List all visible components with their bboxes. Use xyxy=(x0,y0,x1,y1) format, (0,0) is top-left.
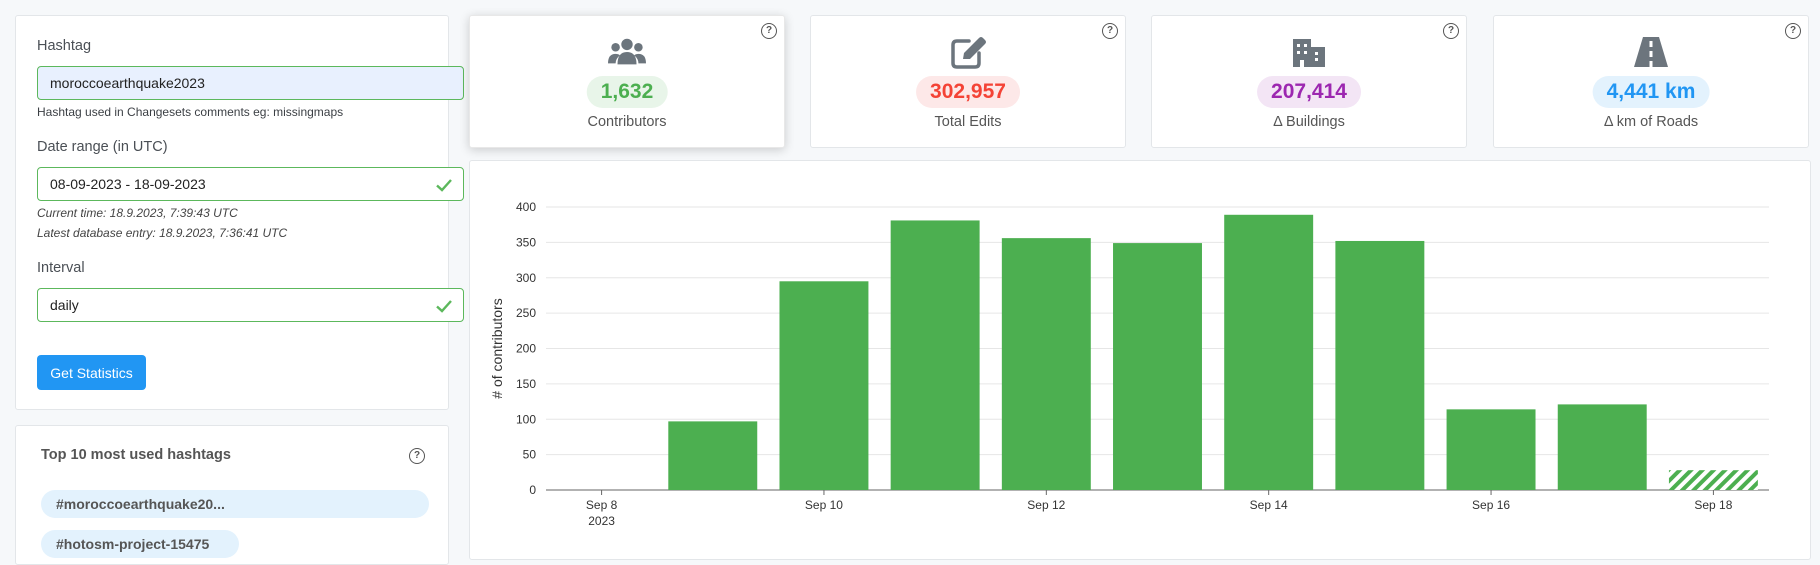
help-icon[interactable]: ? xyxy=(1102,23,1118,39)
date-range-value: 08-09-2023 - 18-09-2023 xyxy=(50,176,206,192)
y-tick-label: 150 xyxy=(516,377,536,391)
bar-sep-9[interactable] xyxy=(668,421,758,490)
y-tick-label: 400 xyxy=(516,200,536,214)
stat-card-contributors: ? 1,632 Contributors xyxy=(469,15,785,148)
stat-card-total-edits: ? 302,957 Total Edits xyxy=(810,15,1126,148)
top-hashtags-panel: Top 10 most used hashtags ? #moroccoeart… xyxy=(15,425,449,565)
y-tick-label: 250 xyxy=(516,306,536,320)
current-time-text: Current time: 18.9.2023, 7:39:43 UTC xyxy=(37,206,238,220)
bar-sep-18[interactable] xyxy=(1668,470,1758,490)
date-range-input[interactable]: 08-09-2023 - 18-09-2023 xyxy=(37,167,464,201)
latest-entry-text: Latest database entry: 18.9.2023, 7:36:4… xyxy=(37,226,288,240)
x-tick-label: Sep 14 xyxy=(1250,498,1288,512)
x-tick-label: Sep 8 xyxy=(586,498,618,512)
valid-check-icon xyxy=(436,179,452,192)
total-edits-label: Total Edits xyxy=(934,114,1002,130)
hashtag-pill[interactable]: #hotosm-project-15475 xyxy=(41,530,239,558)
y-tick-label: 350 xyxy=(516,235,536,249)
interval-label: Interval xyxy=(37,260,85,276)
bar-sep-12[interactable] xyxy=(1001,238,1091,490)
help-icon[interactable]: ? xyxy=(1443,23,1459,39)
road-icon xyxy=(1634,37,1668,67)
help-icon[interactable]: ? xyxy=(761,23,777,39)
bar-sep-17[interactable] xyxy=(1557,404,1647,490)
x-tick-label: Sep 10 xyxy=(805,498,843,512)
y-axis-label: # of contributors xyxy=(489,298,505,398)
y-tick-label: 200 xyxy=(516,342,536,356)
bar-sep-16[interactable] xyxy=(1446,409,1536,490)
statistics-form-panel: Hashtag moroccoearthquake2023 Hashtag us… xyxy=(15,15,464,410)
contributors-bar-chart: 0 50 100 150 200 250 300 350 400 Sep 8 2023 Sep 10 S… xyxy=(489,200,1769,528)
x-tick-label: Sep 18 xyxy=(1694,498,1732,512)
buildings-label: Δ Buildings xyxy=(1273,114,1345,130)
contributors-label: Contributors xyxy=(587,114,667,130)
y-tick-label: 50 xyxy=(523,448,537,462)
help-icon[interactable]: ? xyxy=(409,448,425,464)
y-tick-label: 300 xyxy=(516,271,536,285)
x-tick-year-label: 2023 xyxy=(588,514,615,528)
edit-icon xyxy=(951,37,986,69)
valid-check-icon xyxy=(436,300,452,313)
roads-value: 4,441 km xyxy=(1592,76,1710,108)
hashtag-help-text: Hashtag used in Changesets comments eg: … xyxy=(37,105,344,119)
hashtag-pill[interactable]: #moroccoearthquake20... xyxy=(41,490,429,518)
bar-sep-10[interactable] xyxy=(779,281,869,490)
x-tick-label: Sep 12 xyxy=(1027,498,1065,512)
hashtag-label: Hashtag xyxy=(37,38,92,54)
buildings-icon xyxy=(1293,39,1325,67)
stat-card-buildings: ? 207,414 Δ Buildings xyxy=(1151,15,1467,148)
users-icon xyxy=(608,38,646,65)
interval-value: daily xyxy=(50,297,79,313)
bar-sep-11[interactable] xyxy=(890,220,980,490)
contributors-value: 1,632 xyxy=(586,76,668,108)
help-icon[interactable]: ? xyxy=(1785,23,1801,39)
bar-sep-15[interactable] xyxy=(1335,240,1425,490)
date-range-label: Date range (in UTC) xyxy=(37,139,168,155)
bar-sep-13[interactable] xyxy=(1113,243,1202,490)
get-statistics-button[interactable]: Get Statistics xyxy=(37,355,146,390)
hashtag-input[interactable]: moroccoearthquake2023 xyxy=(37,66,464,100)
roads-label: Δ km of Roads xyxy=(1603,114,1699,130)
x-tick-label: Sep 16 xyxy=(1472,498,1510,512)
bar-sep-14[interactable] xyxy=(1224,214,1314,490)
stat-card-roads: ? 4,441 km Δ km of Roads xyxy=(1493,15,1809,148)
y-tick-label: 100 xyxy=(516,412,536,426)
contributors-chart-panel: 0 50 100 150 200 250 300 350 400 Sep 8 2023 Sep 10 S… xyxy=(469,160,1811,560)
total-edits-value: 302,957 xyxy=(916,76,1020,108)
y-tick-label: 0 xyxy=(529,483,536,497)
interval-select[interactable]: daily xyxy=(37,288,464,322)
top-hashtags-title: Top 10 most used hashtags xyxy=(41,447,231,463)
hashtag-input-value: moroccoearthquake2023 xyxy=(50,75,205,91)
buildings-value: 207,414 xyxy=(1257,76,1361,108)
